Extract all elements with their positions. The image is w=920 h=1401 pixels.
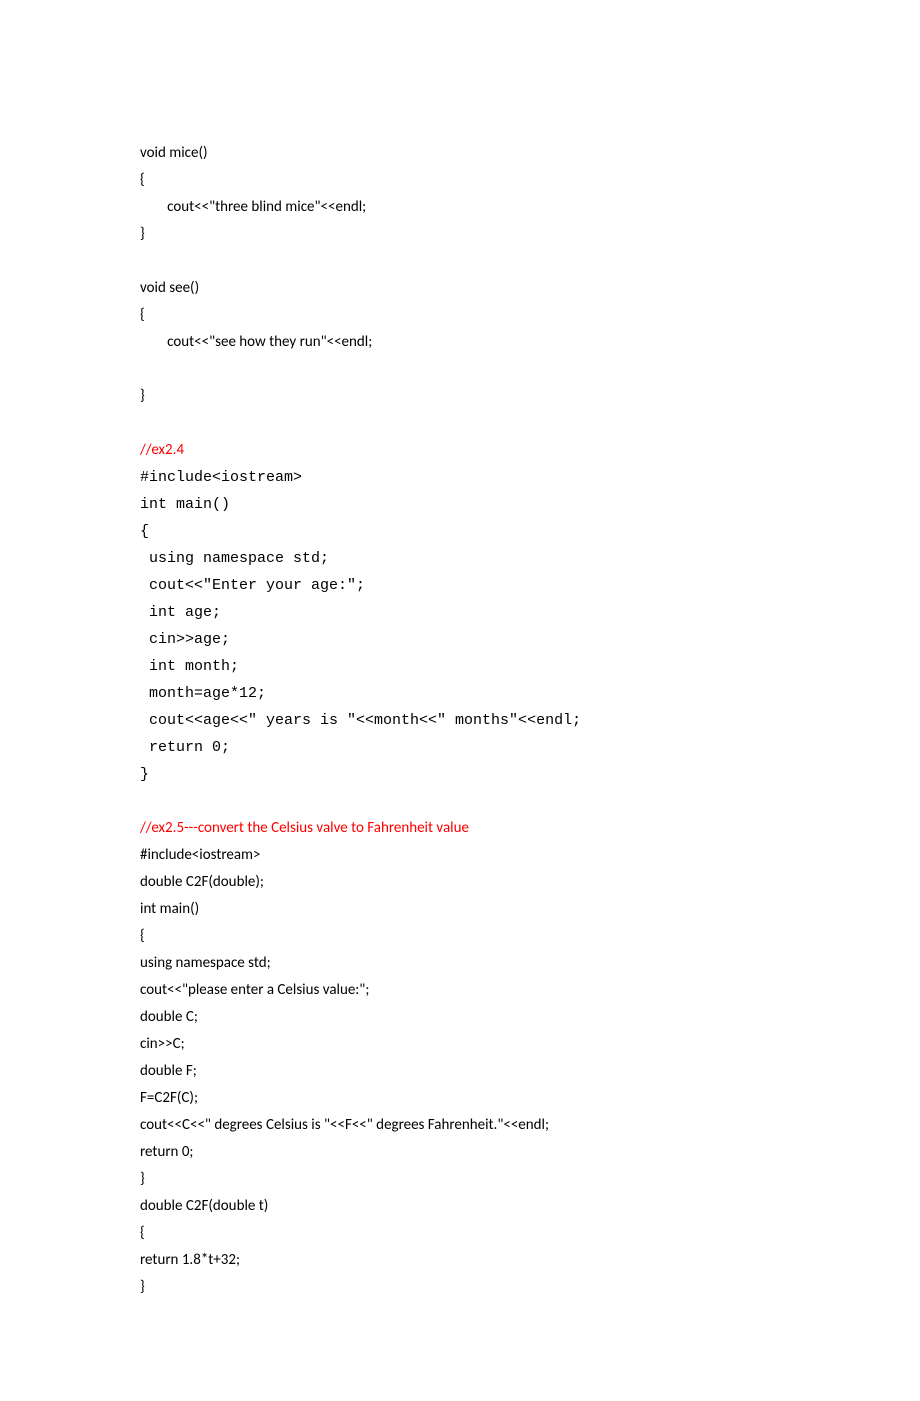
code-line: } xyxy=(140,1274,780,1301)
code-line: int month; xyxy=(140,653,780,680)
code-line: { xyxy=(140,167,780,194)
code-line: { xyxy=(140,302,780,329)
code-line: double C2F(double t) xyxy=(140,1193,780,1220)
section-header: //ex2.4 xyxy=(140,437,780,464)
code-line: int age; xyxy=(140,599,780,626)
code-line: cout<<"please enter a Celsius value:"; xyxy=(140,977,780,1004)
code-line: using namespace std; xyxy=(140,950,780,977)
code-line: { xyxy=(140,1220,780,1247)
code-line: cout<<age<<" years is "<<month<<" months… xyxy=(140,707,780,734)
code-line: double C; xyxy=(140,1004,780,1031)
code-line: return 0; xyxy=(140,1139,780,1166)
blank-line xyxy=(140,248,780,275)
code-line: int main() xyxy=(140,491,780,518)
blank-line xyxy=(140,410,780,437)
code-line: using namespace std; xyxy=(140,545,780,572)
code-line: void mice() xyxy=(140,140,780,167)
code-line: double C2F(double); xyxy=(140,869,780,896)
code-line: } xyxy=(140,761,780,788)
document-page: void mice() { cout<<"three blind mice"<<… xyxy=(0,0,920,1401)
code-line: cin>>C; xyxy=(140,1031,780,1058)
code-line: cin>>age; xyxy=(140,626,780,653)
code-line: #include<iostream> xyxy=(140,842,780,869)
code-line: } xyxy=(140,221,780,248)
code-line: return 0; xyxy=(140,734,780,761)
code-line: #include<iostream> xyxy=(140,464,780,491)
blank-line xyxy=(140,356,780,383)
section-header: //ex2.5---convert the Celsius valve to F… xyxy=(140,815,780,842)
code-line: { xyxy=(140,518,780,545)
blank-line xyxy=(140,788,780,815)
code-line: return 1.8*t+32; xyxy=(140,1247,780,1274)
code-line: cout<<"Enter your age:"; xyxy=(140,572,780,599)
code-line: int main() xyxy=(140,896,780,923)
code-line: double F; xyxy=(140,1058,780,1085)
code-line: } xyxy=(140,1166,780,1193)
code-line: cout<<"see how they run"<<endl; xyxy=(140,329,780,356)
code-line: { xyxy=(140,923,780,950)
code-line: cout<<C<<" degrees Celsius is "<<F<<" de… xyxy=(140,1112,780,1139)
code-line: } xyxy=(140,383,780,410)
code-line: month=age*12; xyxy=(140,680,780,707)
code-line: F=C2F(C); xyxy=(140,1085,780,1112)
code-line: void see() xyxy=(140,275,780,302)
code-line: cout<<"three blind mice"<<endl; xyxy=(140,194,780,221)
